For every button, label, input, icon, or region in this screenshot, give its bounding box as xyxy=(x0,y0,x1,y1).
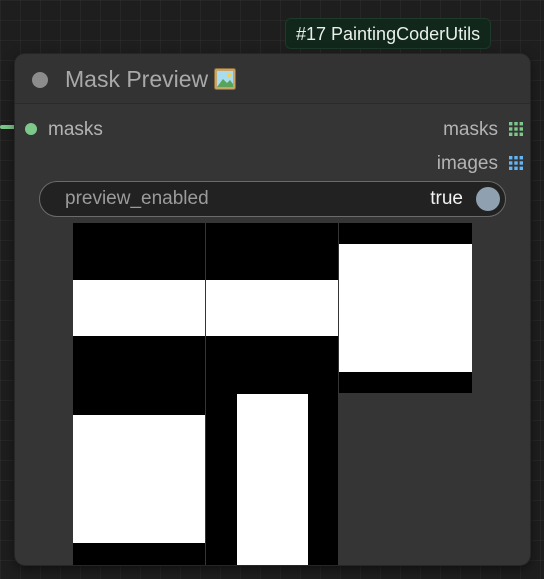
mask-preview-node[interactable]: Mask Preview masks masks images preview_… xyxy=(15,54,530,565)
images-output-label: images xyxy=(436,153,498,174)
collapse-toggle-icon[interactable] xyxy=(32,72,48,88)
preview-enabled-label: preview_enabled xyxy=(65,188,209,209)
preview-enabled-toggle[interactable]: preview_enabled true xyxy=(39,181,506,217)
node-title-text: Mask Preview xyxy=(65,66,209,92)
mask-preview-image xyxy=(339,223,472,393)
masks-output-label: masks xyxy=(443,119,498,140)
mask-preview-image xyxy=(206,393,338,565)
node-id-badge: #17 PaintingCoderUtils xyxy=(285,18,492,49)
node-header[interactable]: Mask Preview xyxy=(15,54,530,104)
mask-preview-image xyxy=(73,223,205,393)
node-title: Mask Preview xyxy=(65,66,237,92)
preview-enabled-value: true xyxy=(430,188,463,209)
masks-input-label: masks xyxy=(48,119,103,140)
mask-preview-image xyxy=(206,223,338,393)
input-link-wire xyxy=(0,125,16,129)
images-output-grid-icon[interactable] xyxy=(509,156,523,170)
framed-picture-icon xyxy=(214,68,237,90)
toggle-knob-icon[interactable] xyxy=(476,187,500,211)
masks-output-grid-icon[interactable] xyxy=(509,122,523,136)
mask-preview-image xyxy=(73,393,205,565)
masks-input-slot[interactable] xyxy=(25,123,37,135)
